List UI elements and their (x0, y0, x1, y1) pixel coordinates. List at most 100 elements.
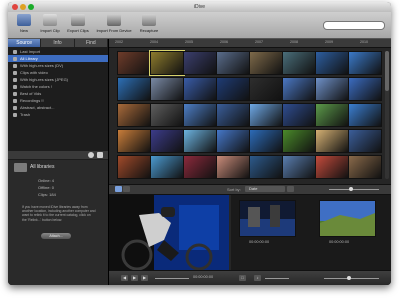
grid-view-button[interactable] (115, 186, 122, 192)
attach-button[interactable]: Attach... (41, 233, 71, 239)
clip-thumbnail[interactable] (216, 51, 250, 75)
thumbnail-size-slider[interactable] (329, 189, 379, 190)
ruler-tick: 2009 (325, 40, 333, 44)
tab-find[interactable]: Find (75, 39, 108, 47)
rewind-icon[interactable]: ◀ (121, 275, 128, 281)
smart-folder-icon (13, 70, 17, 75)
video-preview[interactable] (109, 195, 229, 270)
clip-thumbnail[interactable] (150, 155, 184, 179)
source-list: Last Import All Library With high-res si… (8, 48, 108, 118)
clip-thumbnail[interactable] (249, 103, 283, 127)
sidebar-item-high-res-dv[interactable]: With high-res sizes (DV) (8, 62, 108, 69)
sidebar-item-last-import[interactable]: Last Import (8, 48, 108, 55)
clip-thumbnail[interactable] (348, 155, 382, 179)
clip-thumbnail[interactable] (117, 155, 151, 179)
clip-preview-left[interactable] (239, 200, 296, 237)
library-info-description: If you have moved iDive libraries away f… (22, 205, 96, 222)
clip-thumbnail[interactable] (150, 77, 184, 101)
clip-thumbnail[interactable] (117, 103, 151, 127)
trash-icon (13, 112, 17, 117)
new-button[interactable]: New (14, 14, 34, 33)
clip-thumbnail[interactable] (216, 129, 250, 153)
recapture-icon (142, 14, 156, 26)
sidebar-item-label: Abstract, abstract... (20, 105, 55, 110)
clip-zoom-slider[interactable] (324, 278, 379, 279)
list-view-button[interactable] (123, 186, 130, 192)
sidebar-item-clips-with-video[interactable]: Clips with video (8, 69, 108, 76)
ruler-tick: 2002 (115, 40, 123, 44)
sidebar-item-abstract[interactable]: Abstract, abstract... (8, 104, 108, 111)
scrub-slider[interactable] (155, 278, 189, 279)
clip-thumbnail[interactable] (348, 77, 382, 101)
clip-thumbnail[interactable] (117, 51, 151, 75)
album-icon (13, 98, 17, 103)
sidebar-item-high-res-jpeg[interactable]: With high-res sizes (JPEG) (8, 76, 108, 83)
clip-thumbnail[interactable] (315, 77, 349, 101)
main-area: 2002 2004 2005 2006 2007 2008 2009 2010 Sort by… (109, 39, 391, 285)
clip-thumbnail[interactable] (216, 103, 250, 127)
clip-thumbnail[interactable] (216, 77, 250, 101)
action-menu-icon[interactable] (97, 152, 103, 158)
library-info-title: All libraries (30, 164, 55, 170)
clip-thumbnail[interactable] (282, 129, 316, 153)
search-field[interactable] (323, 21, 385, 30)
new-library-icon (17, 14, 31, 26)
clip-thumbnail[interactable] (315, 129, 349, 153)
clip-thumbnail[interactable] (282, 155, 316, 179)
sort-direction-button[interactable] (287, 186, 294, 192)
export-clips-button[interactable]: Export Clips (66, 14, 90, 33)
clip-thumbnail[interactable] (249, 51, 283, 75)
import-clip-button[interactable]: Import Clip (38, 14, 62, 33)
sort-dropdown[interactable]: Date (245, 186, 285, 192)
thumbnail-size-knob[interactable] (349, 187, 353, 191)
tab-source[interactable]: Source (8, 39, 42, 47)
export-clips-label: Export Clips (67, 28, 89, 33)
clip-thumbnail[interactable] (183, 51, 217, 75)
clip-thumbnail[interactable] (282, 51, 316, 75)
grid-scrollbar[interactable] (385, 51, 389, 179)
clip-thumbnail[interactable] (117, 129, 151, 153)
clip-zoom-knob[interactable] (347, 276, 351, 280)
clip-thumbnail[interactable] (150, 103, 184, 127)
clip-thumbnail[interactable] (183, 103, 217, 127)
clip-thumbnail[interactable] (249, 129, 283, 153)
clip-thumbnail[interactable] (315, 103, 349, 127)
sidebar-item-watch-colors[interactable]: Watch the colors ! (8, 83, 108, 90)
import-clip-icon (43, 14, 57, 26)
clip-thumbnail[interactable] (117, 77, 151, 101)
clip-thumbnail[interactable] (348, 51, 382, 75)
clip-preview-right[interactable] (319, 200, 376, 237)
clip-thumbnail[interactable] (282, 103, 316, 127)
clip-thumbnail[interactable] (348, 129, 382, 153)
scrollbar-thumb[interactable] (385, 51, 389, 91)
clip-thumbnail[interactable] (150, 129, 184, 153)
gear-icon[interactable] (88, 152, 94, 158)
clip-thumbnail[interactable] (183, 155, 217, 179)
playback-bar: ◀ ▶ ▶ 00:00:00:00 □ ♪ (109, 270, 391, 285)
fullscreen-icon[interactable]: □ (239, 275, 246, 281)
tab-info[interactable]: Info (41, 39, 75, 47)
clip-thumbnail[interactable] (183, 129, 217, 153)
clip-thumbnail[interactable] (249, 155, 283, 179)
sidebar-item-trash[interactable]: Trash (8, 111, 108, 118)
import-from-device-button[interactable]: Import From Device (94, 14, 134, 33)
recapture-button[interactable]: Recapture (136, 14, 162, 33)
play-icon[interactable]: ▶ (131, 275, 138, 281)
forward-icon[interactable]: ▶ (141, 275, 148, 281)
volume-slider[interactable] (265, 278, 289, 279)
sidebar-item-best-of-vids[interactable]: Best of Vids (8, 90, 108, 97)
clip-thumbnail[interactable] (249, 77, 283, 101)
timeline-ruler[interactable]: 2002 2004 2005 2006 2007 2008 2009 2010 (109, 39, 391, 48)
clip-thumbnail[interactable] (315, 155, 349, 179)
clip-thumbnail[interactable] (183, 77, 217, 101)
clip-thumbnail[interactable] (315, 51, 349, 75)
clip-thumbnail[interactable] (348, 103, 382, 127)
sidebar-item-recordings[interactable]: Recordings !! (8, 97, 108, 104)
sidebar-item-all-library[interactable]: All Library (8, 55, 108, 62)
clip-thumbnail[interactable] (149, 50, 185, 76)
online-count: Online: 4 (38, 178, 55, 183)
volume-icon[interactable]: ♪ (254, 275, 261, 281)
export-clips-icon (71, 14, 85, 26)
clip-thumbnail[interactable] (282, 77, 316, 101)
clip-thumbnail[interactable] (216, 155, 250, 179)
